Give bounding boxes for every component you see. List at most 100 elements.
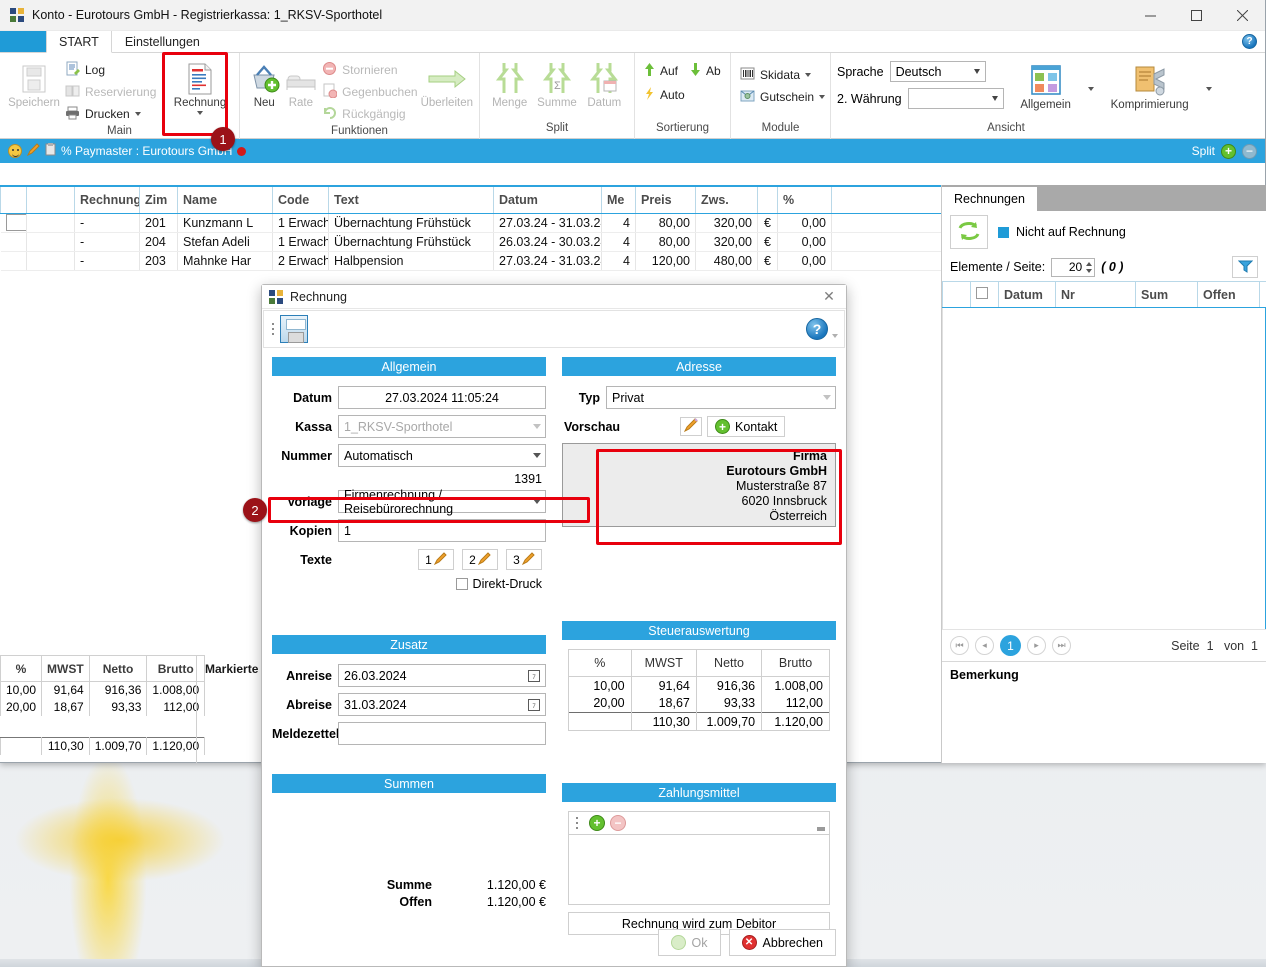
ribbon-button-rate[interactable]: Rate xyxy=(283,57,320,109)
ribbon-button-allgemein[interactable]: Allgemein xyxy=(1014,59,1078,111)
col-zws[interactable]: Zws. xyxy=(695,185,758,214)
ribbon-button-ab[interactable]: Ab xyxy=(687,61,724,81)
pager-first-button[interactable]: ⏮ xyxy=(950,636,969,655)
ok-button[interactable]: Ok xyxy=(657,929,721,956)
pager-last-button[interactable]: ⏭ xyxy=(1052,636,1071,655)
pager-next-button[interactable]: ▸ xyxy=(1027,636,1046,655)
minus-icon[interactable]: − xyxy=(610,815,626,831)
filter-button[interactable] xyxy=(1232,256,1258,278)
ribbon-button-rechnung[interactable]: Rechnung xyxy=(172,57,228,115)
rp-col-nr[interactable]: Nr xyxy=(1055,281,1136,308)
vorschau-edit-button[interactable] xyxy=(680,417,702,436)
rp-col-check[interactable] xyxy=(970,281,999,308)
col-datum[interactable]: Datum xyxy=(493,185,602,214)
chevron-down-icon[interactable] xyxy=(197,111,203,115)
col-name[interactable]: Name xyxy=(177,185,273,214)
ribbon-button-ueberleiten[interactable]: Überleiten xyxy=(421,57,473,109)
row-selector[interactable] xyxy=(0,251,27,271)
ribbon-help-button[interactable]: ? xyxy=(1242,31,1257,52)
rp-col-sum[interactable]: Sum xyxy=(1135,281,1198,308)
ribbon-button-drucken[interactable]: Drucken xyxy=(62,104,172,124)
col-text[interactable]: Text xyxy=(328,185,494,214)
calendar-icon[interactable]: 7 xyxy=(528,669,540,682)
save-icon[interactable] xyxy=(280,315,308,343)
plus-icon[interactable]: + xyxy=(589,815,605,831)
datum-input[interactable]: 27.03.2024 11:05:24 xyxy=(338,386,546,409)
zahlungsmittel-list[interactable] xyxy=(568,835,830,905)
clipboard-icon[interactable] xyxy=(45,143,56,159)
kontakt-button[interactable]: + Kontakt xyxy=(707,416,786,437)
smiley-icon[interactable] xyxy=(8,144,22,158)
close-button[interactable] xyxy=(1219,0,1265,31)
cancel-button[interactable]: ✕ Abbrechen xyxy=(728,929,836,956)
dialog-close-button[interactable]: ✕ xyxy=(812,285,846,309)
ribbon-button-menge[interactable]: Menge xyxy=(486,57,533,109)
ribbon-button-neu[interactable]: Neu xyxy=(246,57,283,109)
pager-prev-button[interactable]: ◂ xyxy=(975,636,994,655)
meldezettel-input[interactable] xyxy=(338,722,546,745)
stepper-down-icon[interactable] xyxy=(1086,268,1093,273)
anreise-input[interactable]: 26.03.2024 7 xyxy=(338,664,546,687)
waehrung-select[interactable] xyxy=(907,88,1004,109)
ribbon-button-speichern[interactable]: Speichern xyxy=(6,57,62,109)
row-selector[interactable] xyxy=(0,213,27,233)
ribbon-button-stornieren[interactable]: Stornieren xyxy=(319,60,420,80)
col-rechnung[interactable]: Rechnung xyxy=(74,185,140,214)
abreise-input[interactable]: 31.03.2024 7 xyxy=(338,693,546,716)
calendar-icon[interactable]: 7 xyxy=(528,698,540,711)
pager-current-page[interactable]: 1 xyxy=(1000,635,1021,656)
tab-start[interactable]: START xyxy=(46,31,112,53)
table-row[interactable]: - 203 Mahnke Har 2 Erwach Halbpension 27… xyxy=(0,251,942,271)
table-row[interactable]: - 204 Stefan Adeli 1 Erwach Übernachtung… xyxy=(0,232,942,252)
ribbon-button-gutschein[interactable]: Gutschein xyxy=(737,87,826,107)
ribbon-button-skidata[interactable]: Skidata xyxy=(737,65,824,85)
rp-col-datum[interactable]: Datum xyxy=(998,281,1056,308)
dialog-help-icon[interactable]: ? xyxy=(806,318,828,340)
kassa-select[interactable]: 1_RKSV-Sporthotel xyxy=(338,415,546,438)
ribbon-button-komprimierung[interactable]: Komprimierung xyxy=(1104,59,1196,111)
allgemein-dropdown[interactable] xyxy=(1087,59,1094,99)
toolbar-grip-icon[interactable] xyxy=(270,320,276,338)
ribbon-button-rueckgaengig[interactable]: Rückgängig xyxy=(319,104,420,124)
ribbon-button-datum[interactable]: Datum xyxy=(581,57,628,109)
chevron-down-icon[interactable] xyxy=(805,73,812,77)
refresh-button[interactable] xyxy=(950,215,988,249)
texte-button-2[interactable]: 2 xyxy=(462,549,498,570)
split-remove-button[interactable]: − xyxy=(1242,143,1257,159)
minimize-button[interactable] xyxy=(1127,0,1173,31)
chevron-down-icon[interactable] xyxy=(134,112,141,116)
col-percent[interactable]: % xyxy=(777,185,832,214)
zahlungsmittel-overflow-icon[interactable] xyxy=(817,827,825,831)
file-menu-button[interactable] xyxy=(0,31,46,52)
pencil-icon[interactable] xyxy=(26,143,40,159)
stepper-up-icon[interactable] xyxy=(1086,261,1093,266)
col-zim[interactable]: Zim xyxy=(139,185,178,214)
col-preis[interactable]: Preis xyxy=(635,185,696,214)
typ-select[interactable]: Privat xyxy=(606,386,836,409)
ribbon-button-reservierung[interactable]: Reservierung xyxy=(62,82,172,102)
sprache-select[interactable]: Deutsch xyxy=(889,61,986,82)
table-row[interactable]: - 201 Kunzmann L 1 Erwach Übernachtung F… xyxy=(0,213,942,233)
direkt-druck-checkbox[interactable]: Direkt-Druck xyxy=(272,577,546,591)
ribbon-button-gegenbuchen[interactable]: Gegenbuchen xyxy=(319,82,420,102)
elements-per-page-stepper[interactable]: 20 xyxy=(1051,257,1096,277)
nummer-select[interactable]: Automatisch xyxy=(338,444,546,467)
toolbar-grip-icon[interactable] xyxy=(574,814,580,832)
kopien-input[interactable]: 1 xyxy=(338,519,546,542)
tab-einstellungen[interactable]: Einstellungen xyxy=(112,31,213,52)
split-add-button[interactable]: + xyxy=(1221,143,1236,159)
texte-button-3[interactable]: 3 xyxy=(506,549,542,570)
texte-button-1[interactable]: 1 xyxy=(418,549,454,570)
maximize-button[interactable] xyxy=(1173,0,1219,31)
ribbon-button-log[interactable]: Log xyxy=(62,60,172,80)
tab-rechnungen[interactable]: Rechnungen xyxy=(942,187,1037,211)
toolbar-overflow-icon[interactable] xyxy=(832,334,838,338)
rp-col-offen[interactable]: Offen xyxy=(1197,281,1260,308)
komprimierung-dropdown[interactable] xyxy=(1205,59,1212,99)
ribbon-button-auto[interactable]: Auto xyxy=(641,85,724,105)
col-code[interactable]: Code xyxy=(272,185,329,214)
chevron-down-icon[interactable] xyxy=(819,95,826,99)
ribbon-button-auf[interactable]: Auf xyxy=(641,61,681,81)
nicht-auf-rechnung-checkbox[interactable]: Nicht auf Rechnung xyxy=(998,225,1126,239)
vorlage-select[interactable]: Firmenrechnung / Reisebürorechnung xyxy=(338,488,546,516)
